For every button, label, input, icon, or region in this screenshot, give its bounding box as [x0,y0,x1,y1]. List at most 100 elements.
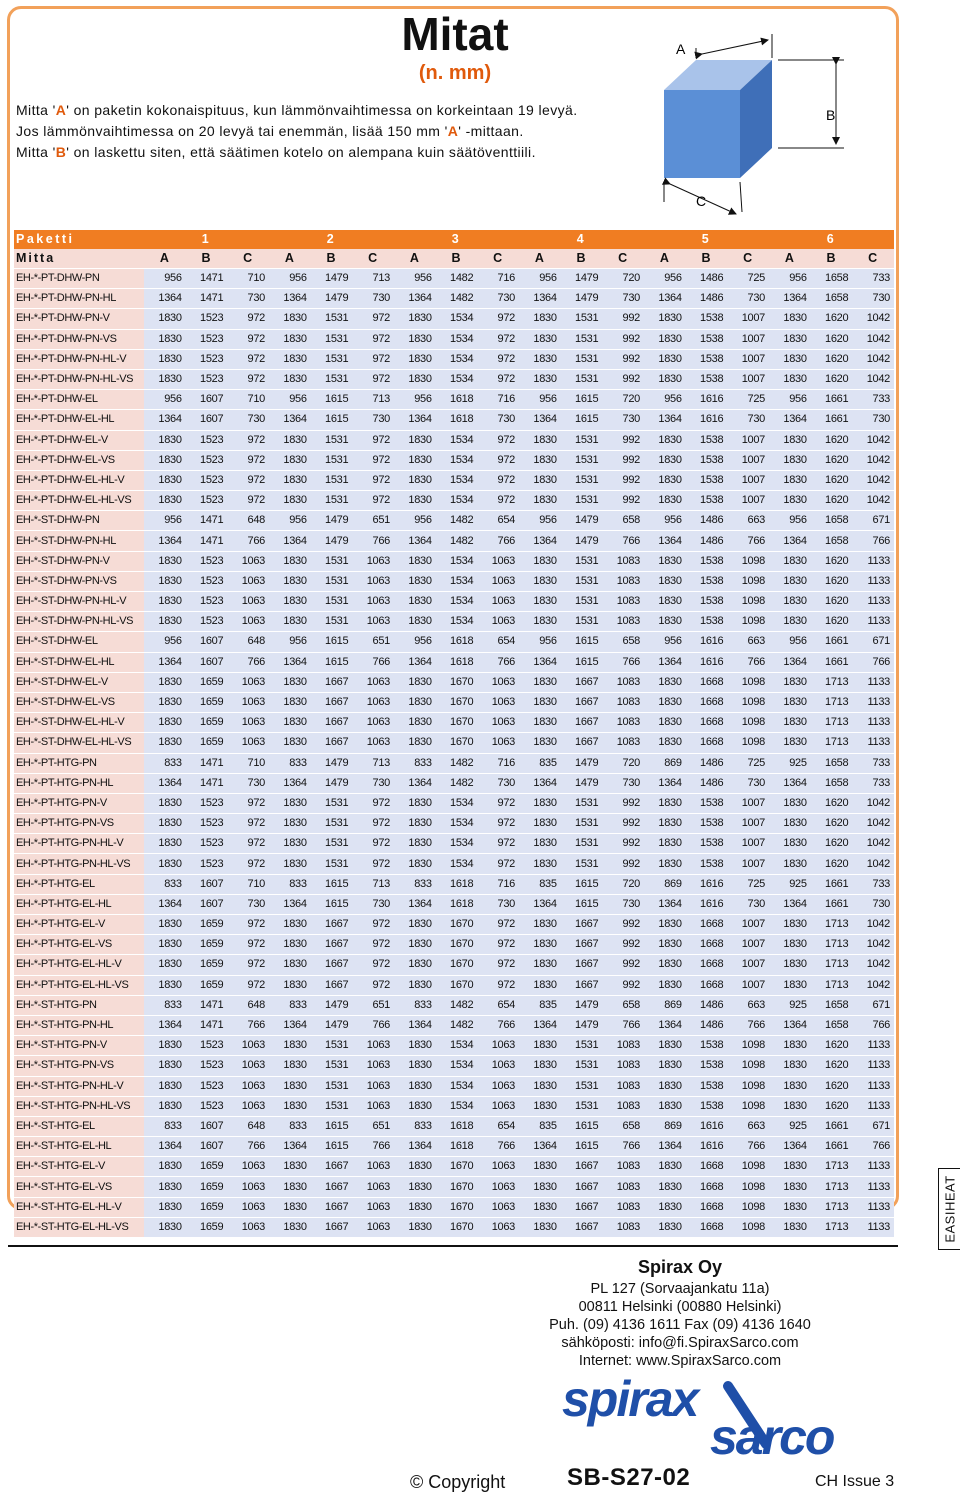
dimension-value: 1083 [602,1217,644,1239]
dimension-value: 730 [352,409,394,431]
dimension-value: 1830 [394,692,436,714]
dimension-value: 766 [852,530,894,552]
table-row: EH-*-ST-DHW-PN-VS 1830 1523 1063 1830 1531 106… [14,571,894,593]
dimension-value: 1479 [560,1015,603,1037]
dimension-value: 1830 [269,611,311,633]
dimension-value: 1620 [810,1096,853,1117]
dimension-header-b: B [435,249,478,269]
dimension-value: 1471 [185,1015,228,1037]
dimension-value: 972 [227,954,269,976]
dimension-value: 1659 [185,692,228,714]
dimension-value: 1063 [227,1156,269,1178]
internet-line[interactable]: Internet: www.SpiraxSarco.com [520,1352,840,1370]
dimension-value: 766 [477,1015,519,1037]
dimension-value: 766 [477,530,519,552]
dimension-value: 1098 [727,571,769,593]
dimension-value: 1133 [852,672,894,693]
dimension-value: 1658 [810,773,853,794]
dimension-value: 1098 [727,1156,769,1178]
dimension-header-b: B [560,249,603,269]
dimension-value: 1098 [727,1035,769,1057]
dimension-value: 766 [227,652,269,673]
dimension-value: 1531 [310,349,353,370]
dimension-value: 1830 [769,450,811,471]
dimension-value: 1830 [769,692,811,714]
dimension-value: 1364 [644,894,686,916]
model-name: EH-*-PT-HTG-EL-HL-VS [14,975,144,996]
dimension-value: 1531 [560,591,603,613]
model-name: EH-*-PT-DHW-PN-V [14,308,144,330]
dimension-value: 1523 [185,611,228,633]
dimension-value: 1659 [185,672,228,693]
dimension-value: 1830 [519,833,561,855]
dimension-value: 1830 [644,490,686,512]
dimension-cube-diagram: A B C [661,34,844,215]
dimension-value: 1538 [685,430,728,451]
dimension-value: 1364 [519,530,561,552]
dimension-value: 1042 [852,853,894,875]
model-name: EH-*-PT-DHW-PN-VS [14,329,144,350]
dimension-value: 1830 [769,934,811,956]
dimension-value: 1830 [394,1217,436,1239]
dimension-value: 1615 [310,894,353,916]
dimension-value: 1713 [810,732,853,754]
dimension-value: 1830 [144,853,186,875]
dimension-value: 925 [769,874,811,895]
dimension-value: 1523 [185,490,228,512]
logo-word-sarco: sarco [710,1409,834,1458]
dimension-value: 972 [227,914,269,936]
dimension-value: 1098 [727,1176,769,1198]
dimension-value: 730 [727,773,769,794]
dimension-value: 992 [602,853,644,875]
dimension-value: 1668 [685,672,728,693]
dimension-value: 1133 [852,1035,894,1057]
dimension-value: 1133 [852,712,894,734]
model-name: EH-*-PT-HTG-EL [14,874,144,895]
email-line[interactable]: sähköposti: info@fi.SpiraxSarco.com [520,1334,840,1352]
dimension-value: 1615 [310,389,353,411]
dimension-value: 1531 [560,470,603,492]
dimension-value: 1658 [810,995,853,1016]
dimension-value: 1830 [769,430,811,451]
dimension-value: 1830 [644,1176,686,1198]
dimension-value: 956 [269,268,311,290]
dimension-value: 1531 [560,611,603,633]
dimension-value: 1670 [435,914,478,936]
dimension-value: 1830 [144,490,186,512]
package-1-header: 1 [144,230,269,249]
dimension-value: 1830 [269,591,311,613]
dimension-value: 766 [852,1136,894,1158]
intro-line-1: Mitta 'A' on paketin kokonaispituus, kun… [16,102,578,118]
dimension-value: 1830 [269,954,311,976]
dimension-value: 1364 [769,652,811,673]
dimension-value: 1531 [560,450,603,471]
dimension-value: 1830 [394,1076,436,1097]
dimension-value: 1063 [352,1076,394,1097]
dimension-value: 1364 [394,1136,436,1158]
dimension-value: 1098 [727,692,769,714]
dimension-value: 1830 [144,591,186,613]
dimension-value: 1830 [519,349,561,370]
dimension-value: 1615 [560,389,603,411]
page-subtitle: (n. mm) [418,62,492,84]
table-row: EH-*-PT-DHW-EL 956 1607 710 956 1615 713 956 161… [14,389,894,411]
dimension-value: 1615 [310,631,353,653]
dimension-value: 1063 [477,1096,519,1117]
dimension-value: 671 [852,995,894,1016]
dimension-value: 1830 [769,954,811,976]
table-row: EH-*-PT-DHW-PN-HL-VS 1830 1523 972 1830 1531 9… [14,369,894,391]
dimension-value: 1658 [810,288,853,310]
dimension-value: 1616 [685,389,728,411]
dimension-value: 956 [519,510,561,532]
dimension-value: 1830 [144,571,186,593]
dimension-value: 1661 [810,1136,853,1158]
table-row: EH-*-ST-DHW-PN 956 1471 648 956 1479 651 956 148… [14,510,894,532]
dimension-value: 1364 [519,773,561,794]
table-row: EH-*-ST-DHW-EL 956 1607 648 956 1615 651 956 161… [14,631,894,653]
dimension-value: 1830 [769,712,811,734]
dimension-value: 654 [477,631,519,653]
dimension-value: 1531 [560,813,603,835]
dimension-value: 1667 [310,692,353,714]
model-name: EH-*-ST-HTG-PN-VS [14,1055,144,1077]
dimension-value: 1659 [185,712,228,734]
